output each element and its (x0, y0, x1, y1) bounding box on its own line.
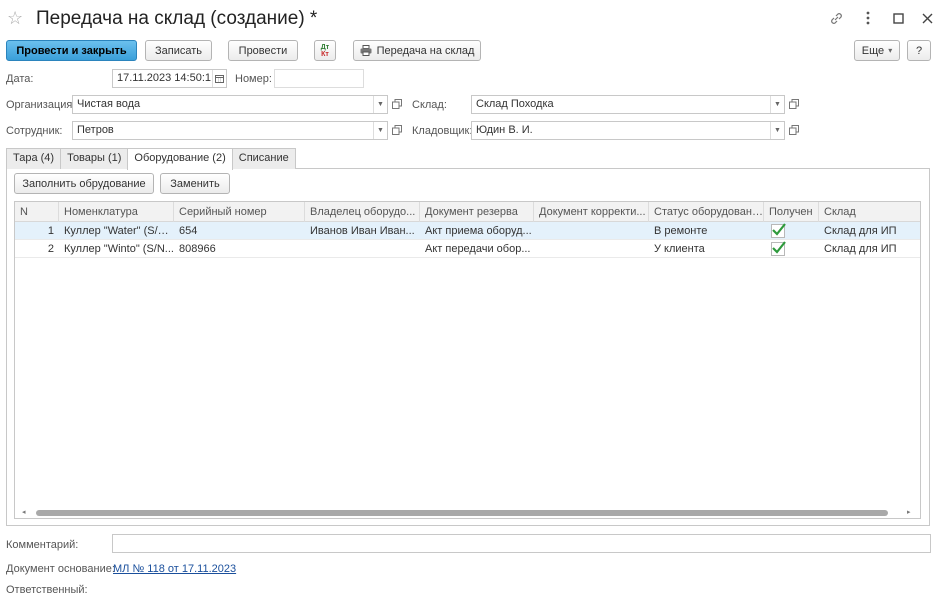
correction-doc-cell (534, 240, 649, 258)
received-checkbox[interactable] (771, 223, 786, 238)
save-button[interactable]: Записать (145, 40, 212, 61)
reserve-doc-cell: Акт передачи обор... (425, 243, 531, 255)
column-header[interactable]: N (15, 202, 59, 222)
close-icon[interactable] (918, 9, 936, 27)
column-header[interactable]: Документ резерва (420, 202, 534, 222)
storekeeper-field[interactable]: Юдин В. И. ▼ (471, 121, 785, 140)
warehouse-value: Склад Походка (476, 98, 554, 110)
replace-button[interactable]: Заменить (160, 173, 230, 194)
storekeeper-label: Кладовщик: (412, 125, 473, 137)
chevron-down-icon[interactable]: ▼ (373, 122, 387, 139)
table-row[interactable]: 2 Куллер "Winto" (S/N... 808966 Акт пере… (15, 240, 920, 258)
printer-icon (360, 45, 372, 56)
basis-document-link[interactable]: МЛ № 118 от 17.11.2023 (113, 562, 236, 576)
open-organization-icon[interactable] (390, 97, 404, 111)
more-label: Еще (861, 44, 885, 57)
warehouse-cell: Склад для ИП (824, 243, 897, 255)
column-header[interactable]: Документ корректи... (534, 202, 649, 222)
organization-field[interactable]: Чистая вода ▼ (72, 95, 388, 114)
number-field[interactable] (274, 69, 364, 88)
column-header[interactable]: Владелец оборудо... (305, 202, 420, 222)
reserve-doc-cell: Акт приема оборуд... (425, 225, 532, 237)
tab-equipment[interactable]: Оборудование (2) (127, 148, 233, 170)
row-number: 2 (47, 243, 54, 255)
received-checkbox[interactable] (771, 241, 786, 256)
dt-kt-button[interactable]: Дт Кт (314, 40, 336, 61)
column-header[interactable]: Номенклатура (59, 202, 174, 222)
check-icon (772, 223, 786, 236)
open-storekeeper-icon[interactable] (787, 123, 801, 137)
number-label: Номер: (235, 73, 272, 85)
horizontal-scrollbar[interactable]: ◂ ▸ (14, 507, 921, 519)
employee-label: Сотрудник: (6, 125, 63, 137)
correction-doc-cell (534, 222, 649, 240)
more-menu-button[interactable]: Еще ▾ (854, 40, 900, 61)
more-dropdown-icon: ▾ (888, 46, 893, 55)
organization-label: Организация: (6, 99, 76, 111)
row-number: 1 (47, 225, 54, 237)
owner-cell: Иванов Иван Иван... (310, 225, 415, 237)
check-icon (772, 241, 786, 254)
table-header: N Номенклатура Серийный номер Владелец о… (15, 202, 920, 222)
date-field[interactable]: 17.11.2023 14:50:1 (112, 69, 227, 88)
comment-label: Комментарий: (6, 539, 79, 551)
link-icon[interactable] (827, 9, 845, 27)
date-value: 17.11.2023 14:50:1 (117, 72, 211, 84)
title-bar: ☆ Передача на склад (создание) * (0, 0, 942, 38)
chevron-down-icon[interactable]: ▼ (770, 96, 784, 113)
tab-bar: Тара (4) Товары (1) Оборудование (2) Спи… (6, 148, 296, 170)
transfer-label: Передача на склад (376, 44, 475, 57)
equipment-table[interactable]: N Номенклатура Серийный номер Владелец о… (14, 201, 921, 519)
page-title: Передача на склад (создание) * (36, 8, 318, 29)
scrollbar-thumb[interactable] (36, 510, 888, 516)
column-header[interactable]: Склад (819, 202, 920, 222)
kt-label: Кт (321, 50, 329, 58)
more-vertical-icon[interactable] (859, 9, 877, 27)
maximize-icon[interactable] (889, 9, 907, 27)
employee-value: Петров (77, 124, 114, 136)
employee-field[interactable]: Петров ▼ (72, 121, 388, 140)
serial-cell: 808966 (179, 243, 216, 255)
table-row[interactable]: 1 Куллер "Water" (S/N... 654 Иванов Иван… (15, 222, 920, 240)
serial-cell: 654 (179, 225, 198, 237)
scroll-left-icon[interactable]: ◂ (22, 508, 26, 516)
status-cell: У клиента (654, 243, 705, 255)
dt-label: Дт (320, 43, 330, 51)
calendar-icon[interactable] (212, 70, 226, 87)
chevron-down-icon[interactable]: ▼ (373, 96, 387, 113)
post-button[interactable]: Провести (228, 40, 298, 61)
nomenclature-cell: Куллер "Water" (S/N... (64, 225, 174, 237)
status-cell: В ремонте (654, 225, 708, 237)
nomenclature-cell: Куллер "Winto" (S/N... (64, 243, 174, 255)
tab-tara[interactable]: Тара (4) (6, 148, 62, 169)
comment-field[interactable] (112, 534, 931, 553)
storekeeper-value: Юдин В. И. (476, 124, 533, 136)
open-warehouse-icon[interactable] (787, 97, 801, 111)
owner-cell (305, 240, 420, 258)
scroll-right-icon[interactable]: ▸ (907, 508, 911, 516)
column-header[interactable]: Получен (764, 202, 819, 222)
column-header[interactable]: Серийный номер (174, 202, 305, 222)
fill-equipment-button[interactable]: Заполнить обрудование (14, 173, 154, 194)
post-and-close-button[interactable]: Провести и закрыть (6, 40, 137, 61)
transfer-to-warehouse-button[interactable]: Передача на склад (353, 40, 481, 61)
warehouse-field[interactable]: Склад Походка ▼ (471, 95, 785, 114)
favorite-star-icon[interactable]: ☆ (7, 8, 23, 28)
warehouse-cell: Склад для ИП (824, 225, 897, 237)
warehouse-label: Склад: (412, 99, 447, 111)
basis-document-label: Документ основание: (6, 563, 115, 575)
date-label: Дата: (6, 73, 34, 85)
chevron-down-icon[interactable]: ▼ (770, 122, 784, 139)
help-button[interactable]: ? (907, 40, 931, 61)
responsible-label: Ответственный: (6, 584, 88, 596)
column-header[interactable]: Статус оборудования (649, 202, 764, 222)
tab-write-off[interactable]: Списание (231, 148, 296, 169)
open-employee-icon[interactable] (390, 123, 404, 137)
organization-value: Чистая вода (77, 98, 141, 110)
tab-goods[interactable]: Товары (1) (60, 148, 129, 169)
